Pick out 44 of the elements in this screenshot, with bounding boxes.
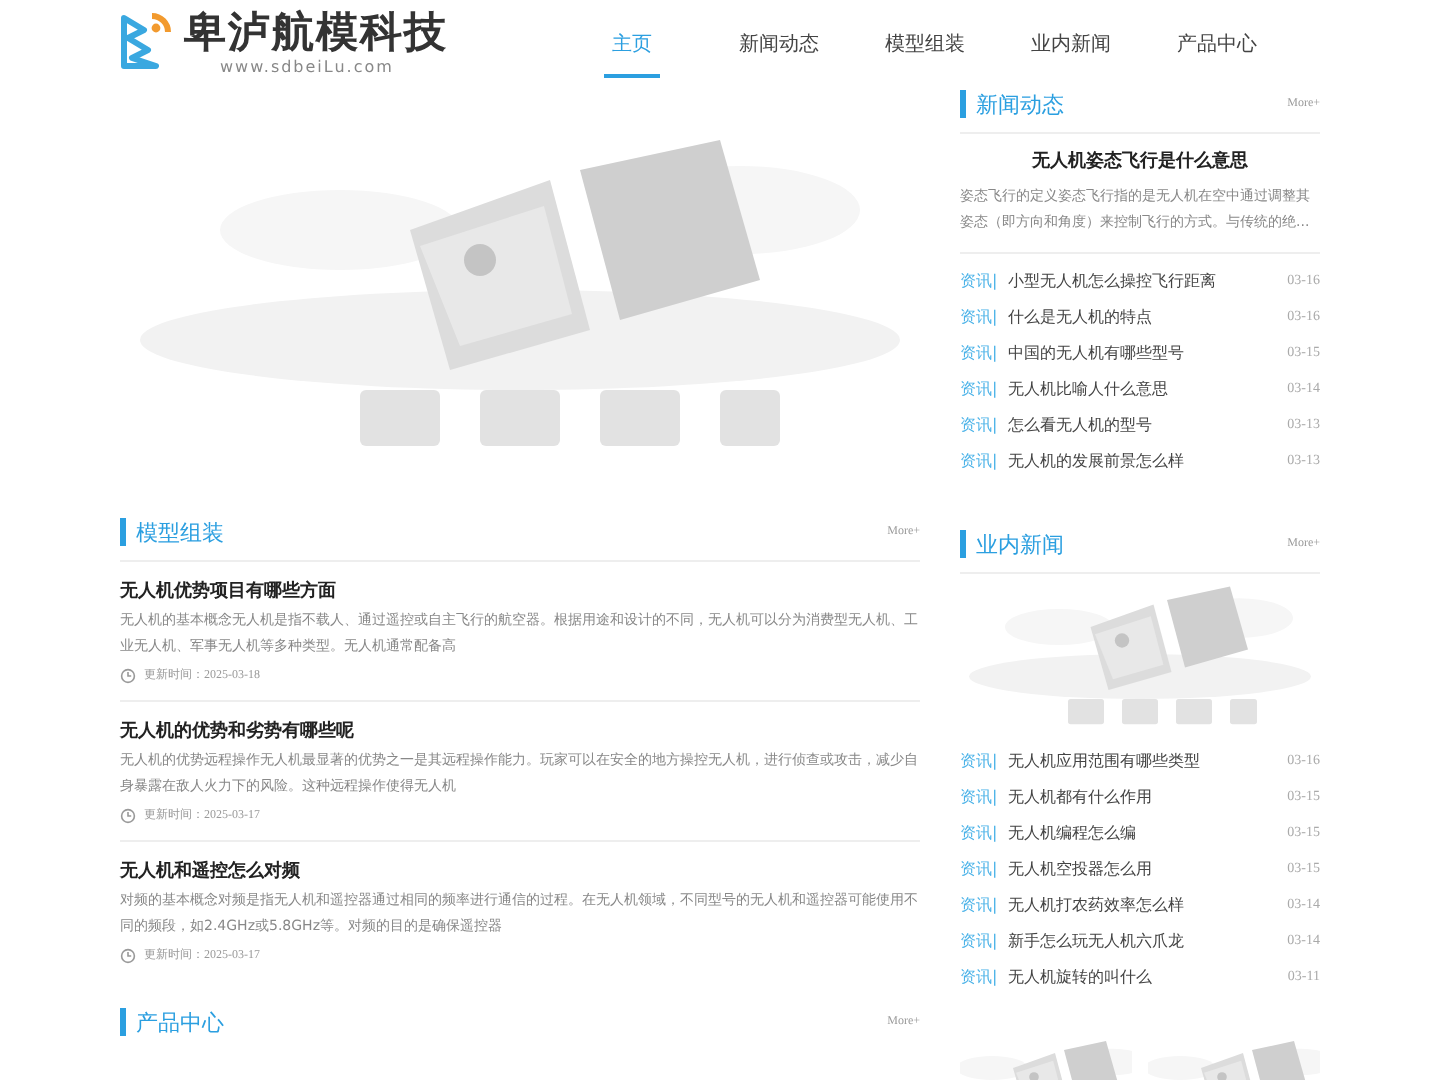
category-tag: 资讯| xyxy=(960,305,1008,327)
section-title: 业内新闻 xyxy=(976,529,1064,559)
news-link[interactable]: 小型无人机怎么操控飞行距离 xyxy=(1008,269,1288,291)
brand-name: 卑泸航模科技 xyxy=(184,7,448,55)
news-link[interactable]: 无人机编程怎么编 xyxy=(1008,821,1288,843)
category-tag: 资讯| xyxy=(960,857,1008,879)
category-tag: 资讯| xyxy=(960,341,1008,363)
article-title: 无人机和遥控怎么对频 xyxy=(120,858,302,886)
article-title: 无人机的优势和劣势有哪些呢 xyxy=(120,718,356,746)
nav-link[interactable]: 模型组装 xyxy=(852,6,998,78)
news-link[interactable]: 无人机旋转的叫什么 xyxy=(1008,965,1288,987)
site-domain: www.sdbeiLu.com xyxy=(218,55,396,77)
category-tag: 资讯| xyxy=(960,413,1008,435)
news-link[interactable]: 无人机都有什么作用 xyxy=(1008,785,1288,807)
news-link[interactable]: 新手怎么玩无人机六爪龙 xyxy=(1008,929,1288,951)
news-link[interactable]: 无人机空投器怎么用 xyxy=(1008,857,1288,879)
section-title: 产品中心 xyxy=(136,1007,224,1037)
category-tag: 资讯| xyxy=(960,449,1008,471)
section-title: 模型组装 xyxy=(136,517,224,547)
nav-link[interactable]: 产品中心 xyxy=(1144,6,1290,78)
news-link[interactable]: 无人机打农药效率怎么样 xyxy=(1008,893,1288,915)
category-tag: 资讯| xyxy=(960,821,1008,843)
category-tag: 资讯| xyxy=(960,965,1008,987)
category-tag: 资讯| xyxy=(960,749,1008,771)
news-link[interactable]: 无人机的发展前景怎么样 xyxy=(1008,449,1288,471)
news-link[interactable]: 无人机应用范围有哪些类型 xyxy=(1008,749,1288,771)
clock-icon xyxy=(120,667,136,683)
news-link[interactable]: 什么是无人机的特点 xyxy=(1008,305,1288,327)
news-link[interactable]: 无人机比喻人什么意思 xyxy=(1008,377,1288,399)
news-link[interactable]: 中国的无人机有哪些型号 xyxy=(1008,341,1288,363)
clock-icon xyxy=(120,807,136,823)
nav-link[interactable]: 新闻动态 xyxy=(706,6,852,78)
clock-icon xyxy=(120,947,136,963)
news-link[interactable]: 怎么看无人机的型号 xyxy=(1008,413,1288,435)
category-tag: 资讯| xyxy=(960,929,1008,951)
category-tag: 资讯| xyxy=(960,269,1008,291)
article-title: 无人机优势项目有哪些方面 xyxy=(120,578,338,606)
nav-link[interactable]: 业内新闻 xyxy=(998,6,1144,78)
category-tag: 资讯| xyxy=(960,785,1008,807)
section-title: 新闻动态 xyxy=(976,89,1064,119)
featured-title: 无人机姿态飞行是什么意思 xyxy=(1030,148,1250,176)
logo-icon xyxy=(120,12,172,72)
category-tag: 资讯| xyxy=(960,377,1008,399)
category-tag: 资讯| xyxy=(960,893,1008,915)
